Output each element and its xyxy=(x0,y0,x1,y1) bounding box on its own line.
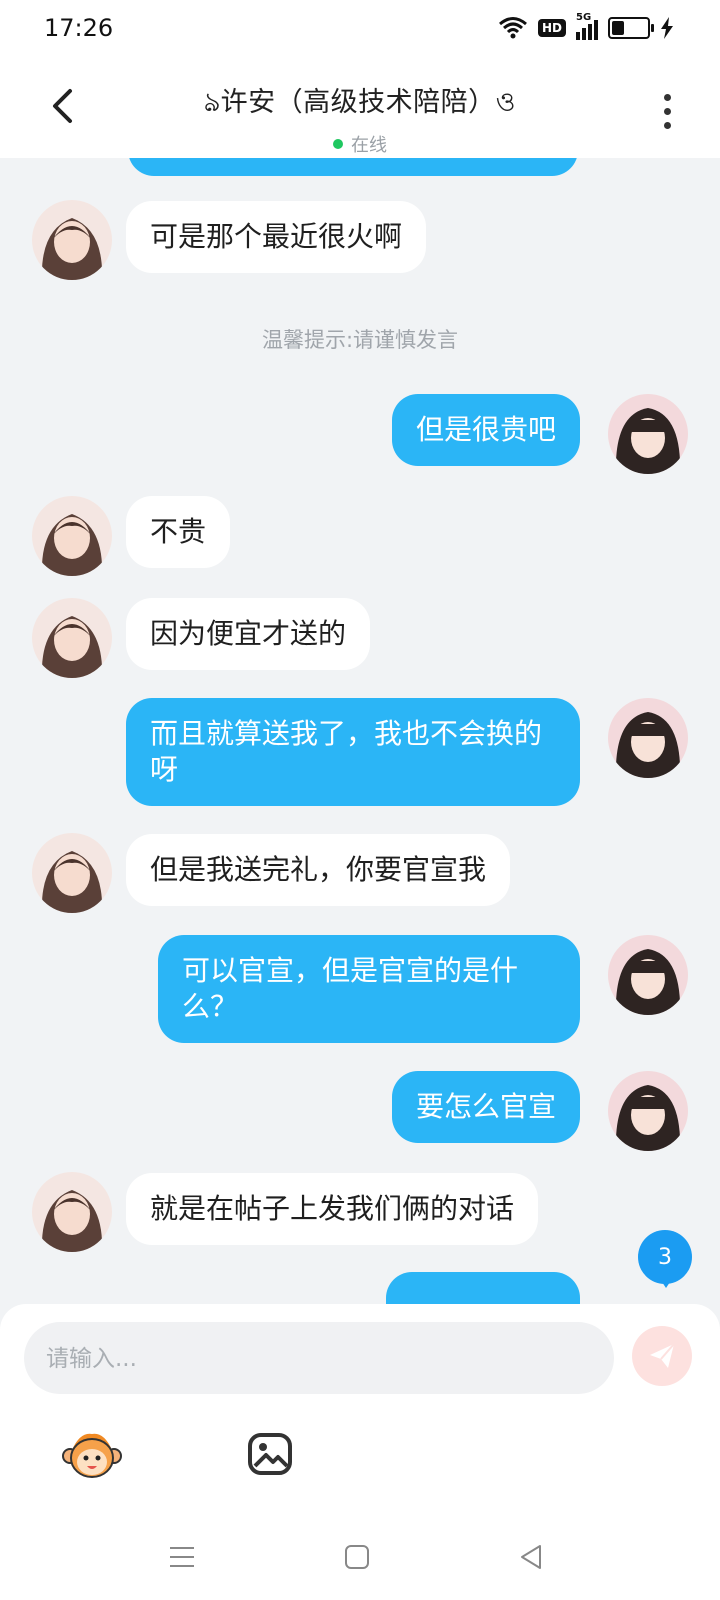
message-bubble[interactable]: 要怎么官宣 xyxy=(391,1071,580,1143)
network-type-label: 5G xyxy=(576,12,592,23)
message-text: 但是我送完礼，你要官宣我 xyxy=(150,853,487,886)
message-bubble[interactable]: 可是那个最近很火啊 xyxy=(126,201,427,273)
my-avatar[interactable] xyxy=(608,1071,688,1151)
message-text: 要怎么官宣 xyxy=(415,1090,556,1123)
image-button[interactable] xyxy=(238,1422,302,1486)
message-bubble-partial xyxy=(386,1272,580,1308)
system-nav-bar xyxy=(0,1524,720,1600)
wifi-icon xyxy=(499,17,527,39)
status-bar: 17:26 HD 5G xyxy=(0,0,720,62)
my-avatar[interactable] xyxy=(608,698,688,778)
battery-icon xyxy=(608,17,654,39)
online-dot-icon xyxy=(333,139,343,149)
contact-avatar[interactable] xyxy=(32,1172,112,1252)
message-bubble[interactable]: 但是我送完礼，你要官宣我 xyxy=(126,834,511,906)
more-options-button[interactable] xyxy=(652,86,682,136)
charging-icon xyxy=(661,17,673,39)
message-bubble[interactable]: 就是在帖子上发我们俩的对话 xyxy=(126,1173,539,1245)
header-title-block: ঌ许安（高级技术陪陪）ও 在线 xyxy=(0,80,720,157)
emoji-button[interactable] xyxy=(60,1422,124,1486)
online-label: 在线 xyxy=(351,135,387,156)
contact-avatar[interactable] xyxy=(32,200,112,280)
contact-avatar[interactable] xyxy=(32,833,112,913)
contact-name: ঌ许安（高级技术陪陪）ও xyxy=(203,87,517,118)
my-avatar[interactable] xyxy=(608,394,688,474)
home-square-icon xyxy=(345,1545,369,1569)
message-input[interactable] xyxy=(44,1322,598,1396)
message-bubble[interactable]: 但是很贵吧 xyxy=(391,394,580,466)
message-text: 因为便宜才送的 xyxy=(150,617,347,650)
status-time: 17:26 xyxy=(44,14,114,42)
battery-level xyxy=(612,21,624,35)
online-status: 在线 xyxy=(0,131,720,157)
hd-badge: HD xyxy=(537,19,566,37)
status-icons: HD 5G xyxy=(498,12,674,40)
system-notice: 温馨提示:请谨慎发言 xyxy=(261,328,459,352)
contact-avatar[interactable] xyxy=(32,496,112,576)
unread-badge[interactable]: 3 xyxy=(638,1230,692,1288)
monkey-emoji-icon xyxy=(62,1433,122,1478)
message-bubble[interactable]: 因为便宜才送的 xyxy=(126,598,371,670)
send-button[interactable] xyxy=(632,1326,692,1386)
message-text: 可是那个最近很火啊 xyxy=(150,220,403,253)
back-triangle-icon xyxy=(521,1545,541,1569)
message-text: 不贵 xyxy=(150,515,207,548)
signal-icon: 5G xyxy=(576,12,598,40)
nav-back-button[interactable] xyxy=(506,1532,556,1582)
chat-message-list[interactable]: 可是那个最近很火啊 温馨提示:请谨慎发言 但是很贵吧 不贵 因为便宜才送的 而且… xyxy=(0,158,720,1308)
nav-menu-button[interactable] xyxy=(157,1532,207,1582)
message-text: 就是在帖子上发我们俩的对话 xyxy=(150,1192,515,1225)
nav-home-button[interactable] xyxy=(332,1532,382,1582)
image-icon xyxy=(248,1433,292,1475)
contact-avatar[interactable] xyxy=(32,598,112,678)
message-text: 可以官宣，但是官宣的是什么？ xyxy=(182,954,519,1023)
more-vertical-icon xyxy=(663,93,671,101)
menu-icon xyxy=(170,1547,194,1567)
message-text: 但是很贵吧 xyxy=(415,413,556,446)
my-avatar[interactable] xyxy=(608,935,688,1015)
message-bubble[interactable]: 而且就算送我了，我也不会换的呀 xyxy=(126,698,580,806)
message-input-box[interactable] xyxy=(24,1322,614,1396)
message-bubble[interactable]: 不贵 xyxy=(126,496,231,568)
message-bubble-partial xyxy=(128,158,578,176)
chat-header: ঌ许安（高级技术陪陪）ও 在线 xyxy=(0,62,720,158)
send-icon xyxy=(650,1343,675,1368)
composer-panel xyxy=(0,1304,720,1600)
message-bubble[interactable]: 可以官宣，但是官宣的是什么？ xyxy=(158,935,580,1043)
message-text: 而且就算送我了，我也不会换的呀 xyxy=(150,717,543,786)
